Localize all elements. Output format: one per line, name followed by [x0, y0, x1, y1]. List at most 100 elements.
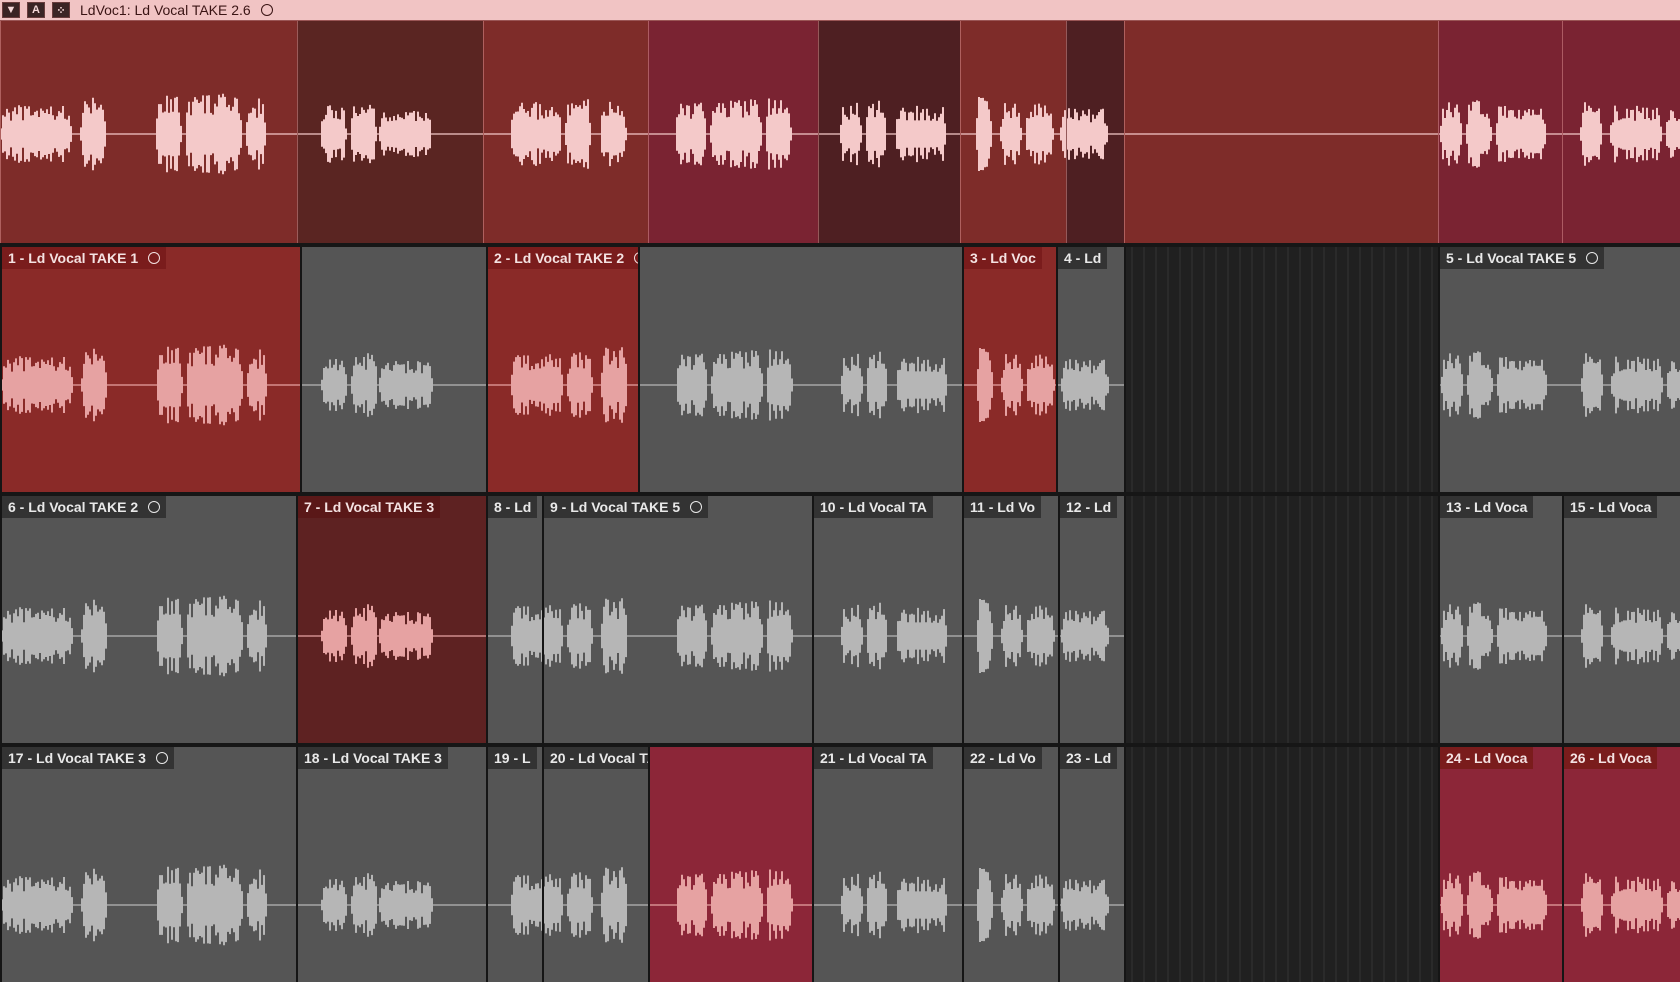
take-region[interactable]: 11 - Ld Vo	[962, 496, 1058, 743]
take-region[interactable]: 18 - Ld Vocal TAKE 3	[296, 747, 486, 982]
take-menu-icon[interactable]	[148, 252, 161, 264]
waveform	[649, 98, 818, 170]
take-lane[interactable]: 1 - Ld Vocal TAKE 1 2 - Ld Vocal TAKE 2 3 …	[0, 247, 1680, 492]
take-label[interactable]: 20 - Ld Vocal TAKE 3	[544, 747, 648, 769]
take-region[interactable]: 7 - Ld Vocal TAKE 3	[296, 496, 486, 743]
waveform-peaks	[676, 98, 792, 170]
take-region[interactable]	[638, 247, 962, 492]
waveform-peaks	[977, 868, 1055, 942]
take-menu-icon[interactable]	[155, 752, 168, 764]
take-region[interactable]: 24 - Ld Voca	[1438, 747, 1562, 982]
take-label[interactable]: 19 - L	[488, 747, 537, 769]
take-label[interactable]: 12 - Ld	[1060, 496, 1118, 518]
take-label[interactable]: 5 - Ld Vocal TAKE 5	[1440, 247, 1605, 269]
automation-button[interactable]: A	[27, 2, 45, 18]
take-region[interactable]: 3 - Ld Voc	[962, 247, 1056, 492]
take-label[interactable]: 4 - Ld	[1058, 247, 1108, 269]
take-region[interactable]: 5 - Ld Vocal TAKE 5	[1438, 247, 1680, 492]
take-label-text: 10 - Ld Vocal TA	[820, 499, 927, 515]
take-label[interactable]: 21 - Ld Vocal TA	[814, 747, 933, 769]
take-lane[interactable]: 17 - Ld Vocal TAKE 3 18 - Ld Vocal TAKE 3…	[0, 747, 1680, 982]
take-region[interactable]: 15 - Ld Voca	[1562, 496, 1680, 743]
take-label-text: 3 - Ld Voc	[970, 250, 1036, 266]
take-label[interactable]: 18 - Ld Vocal TAKE 3	[298, 747, 448, 769]
comp-segment[interactable]	[1438, 21, 1562, 243]
comp-segment[interactable]	[1066, 21, 1124, 243]
take-region[interactable]	[300, 247, 486, 492]
waveform-peaks	[321, 873, 433, 937]
take-label[interactable]: 17 - Ld Vocal TAKE 3	[2, 747, 174, 769]
take-region-empty[interactable]	[1124, 747, 1438, 982]
take-region[interactable]: 22 - Ld Vo	[962, 747, 1058, 982]
take-region[interactable]: 17 - Ld Vocal TAKE 3	[0, 747, 296, 982]
take-menu-icon[interactable]	[1586, 252, 1599, 264]
take-label[interactable]: 23 - Ld	[1060, 747, 1118, 769]
take-region[interactable]	[648, 747, 812, 982]
take-region[interactable]: 20 - Ld Vocal TAKE 3	[542, 747, 648, 982]
take-label[interactable]: 15 - Ld Voca	[1564, 496, 1658, 518]
take-label[interactable]: 2 - Ld Vocal TAKE 2	[488, 247, 638, 269]
take-label[interactable]: 9 - Ld Vocal TAKE 5	[544, 496, 709, 518]
take-label[interactable]: 6 - Ld Vocal TAKE 2	[2, 496, 167, 518]
comp-segment[interactable]	[1562, 21, 1680, 243]
take-region[interactable]: 1 - Ld Vocal TAKE 1	[0, 247, 300, 492]
take-label-text: 19 - L	[494, 750, 531, 766]
waveform-peaks	[1061, 879, 1109, 931]
take-region[interactable]: 23 - Ld	[1058, 747, 1124, 982]
take-region-empty[interactable]	[1124, 247, 1438, 492]
waveform-peaks	[677, 869, 793, 941]
comp-segment[interactable]	[297, 21, 483, 243]
take-label[interactable]: 1 - Ld Vocal TAKE 1	[2, 247, 167, 269]
take-region-empty[interactable]	[1124, 496, 1438, 743]
waveform-peaks	[511, 875, 542, 935]
take-label-text: 17 - Ld Vocal TAKE 3	[8, 750, 146, 766]
comp-segment[interactable]	[1124, 21, 1438, 243]
grid-view-button[interactable]: ⁘	[52, 2, 70, 18]
waveform	[640, 349, 962, 421]
comp-title[interactable]: LdVoc1: Ld Vocal TAKE 2.6	[80, 2, 273, 18]
take-label[interactable]: 26 - Ld Voca	[1564, 747, 1658, 769]
take-region[interactable]: 13 - Ld Voca	[1438, 496, 1562, 743]
take-menu-icon[interactable]	[148, 501, 161, 513]
waveform	[814, 871, 962, 939]
take-label[interactable]: 13 - Ld Voca	[1440, 496, 1534, 518]
take-label-text: 12 - Ld	[1066, 499, 1112, 515]
waveform	[544, 598, 812, 674]
waveform	[1440, 602, 1562, 670]
take-label[interactable]: 11 - Ld Vo	[964, 496, 1042, 518]
take-label[interactable]: 24 - Ld Voca	[1440, 747, 1534, 769]
take-label[interactable]: 10 - Ld Vocal TA	[814, 496, 933, 518]
waveform	[2, 595, 296, 677]
take-label-text: 23 - Ld	[1066, 750, 1112, 766]
comp-segment[interactable]	[483, 21, 648, 243]
take-label[interactable]: 3 - Ld Voc	[964, 247, 1042, 269]
waveform	[298, 873, 486, 937]
take-lane[interactable]: 6 - Ld Vocal TAKE 2 7 - Ld Vocal TAKE 3 8 …	[0, 496, 1680, 743]
take-menu-icon[interactable]	[690, 501, 703, 513]
take-label[interactable]: 8 - Ld	[488, 496, 538, 518]
comp-segment[interactable]	[960, 21, 1066, 243]
take-region[interactable]: 4 - Ld	[1056, 247, 1124, 492]
take-label[interactable]: 7 - Ld Vocal TAKE 3	[298, 496, 441, 518]
take-region[interactable]: 19 - L	[486, 747, 542, 982]
take-label-text: 8 - Ld	[494, 499, 532, 515]
take-region[interactable]: 12 - Ld	[1058, 496, 1124, 743]
collapse-button[interactable]: ▼	[2, 2, 20, 18]
waveform	[2, 344, 300, 426]
comp-lane[interactable]	[0, 21, 1680, 243]
take-region[interactable]: 6 - Ld Vocal TAKE 2	[0, 496, 296, 743]
quick-swipe-toggle-icon[interactable]	[260, 4, 273, 16]
take-region[interactable]: 10 - Ld Vocal TA	[812, 496, 962, 743]
comp-segment[interactable]	[648, 21, 818, 243]
take-region[interactable]: 8 - Ld	[486, 496, 542, 743]
waveform	[1440, 351, 1680, 419]
take-label[interactable]: 22 - Ld Vo	[964, 747, 1042, 769]
take-region[interactable]: 9 - Ld Vocal TAKE 5	[542, 496, 812, 743]
take-region[interactable]: 26 - Ld Voca	[1562, 747, 1680, 982]
take-label-text: 2 - Ld Vocal TAKE 2	[494, 250, 625, 266]
take-region[interactable]: 21 - Ld Vocal TA	[812, 747, 962, 982]
waveform-peaks	[976, 97, 1066, 171]
comp-segment[interactable]	[818, 21, 960, 243]
comp-segment[interactable]	[0, 21, 297, 243]
take-region[interactable]: 2 - Ld Vocal TAKE 2	[486, 247, 638, 492]
